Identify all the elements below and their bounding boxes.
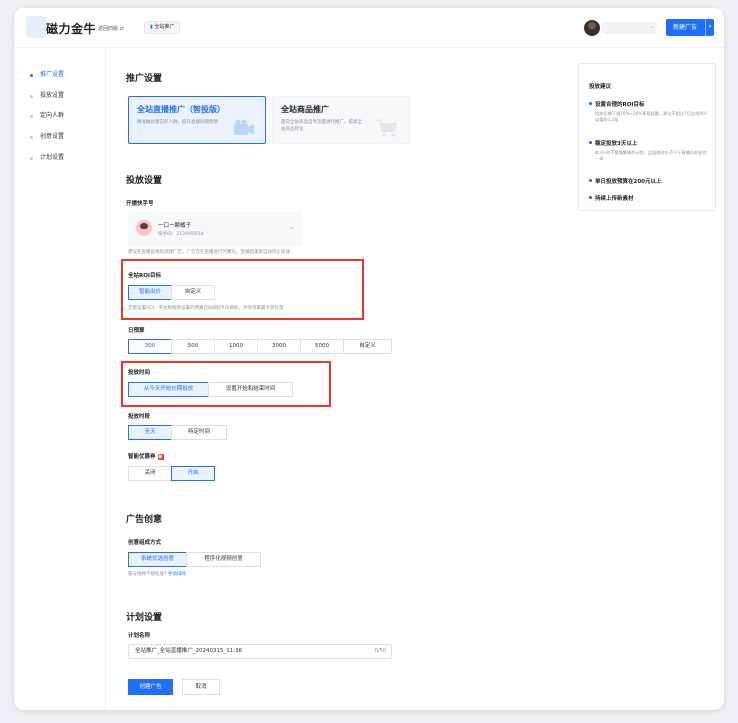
sidebar-item-label: 推广设置	[40, 71, 65, 78]
account-id: 快手ID：2139950/14	[158, 232, 204, 237]
account-select[interactable]: 一口一颗橘子 快手ID：2139950/14 ⌄	[128, 212, 302, 246]
time-label: 投放时间	[128, 370, 151, 376]
exclude-videos-link[interactable]: 手动排除	[168, 572, 186, 577]
sidebar-item-label: 创意设置	[40, 133, 65, 140]
sidebar-item-label: 定向人群	[40, 112, 65, 119]
budget-option-custom[interactable]: 自定义	[343, 339, 392, 354]
tip-head: 单日投放预算在200元以上	[589, 177, 709, 185]
budget-option-3000[interactable]: 3000	[257, 339, 301, 354]
period-label: 投放时段	[128, 414, 151, 420]
card-live-desc: 精准触达意向买人群，提升直播间销售额	[137, 120, 218, 125]
chevron-down-icon[interactable]: ▾	[705, 19, 714, 36]
chart-icon: ▮	[150, 24, 153, 30]
budget-option-1000[interactable]: 1000	[214, 339, 258, 354]
back-to-old-version-link[interactable]: 返回旧版 ⇄	[98, 25, 124, 32]
dot-icon	[30, 136, 33, 139]
sidebar-item-creative-settings[interactable]: 创意设置	[30, 132, 64, 142]
tip-head: 持续上传新素材	[589, 194, 709, 202]
chevron-down-icon: ⌄	[288, 224, 294, 231]
creative-system-button[interactable]: 系统优选创意	[128, 552, 187, 567]
section-title-creative: 广告创意	[126, 515, 163, 525]
creative-hint-text: 部分视频不想投放?	[128, 572, 167, 577]
budget-option-5000[interactable]: 5000	[300, 339, 344, 354]
account-hint: 建议在直播前预先创建广告，广告仅在直播进行时曝光，直播结束后自动停止投放	[128, 250, 290, 255]
tips-panel: 投放建议 设置合理的ROI目标 投放初期下调10%~20%更易起量，建议不超过7…	[578, 63, 716, 211]
card-goods-desc: 面向全站商品自然流量进行推广，提高全站商品转化	[281, 120, 362, 132]
tip-item: 设置合理的ROI目标 投放初期下调10%~20%更易起量，建议不超过7日全站RO…	[589, 100, 709, 123]
account-avatar	[136, 220, 152, 236]
plan-name-count: 0/50	[374, 648, 386, 654]
period-specific-button[interactable]: 特定时间	[171, 425, 227, 440]
brand-logo	[26, 16, 46, 38]
roi-custom-button[interactable]: 自定义	[171, 285, 215, 300]
dot-icon	[30, 115, 33, 118]
camera-icon	[234, 119, 254, 135]
plan-name-value: 全站推广_全站直播推广_20240315_11:36	[135, 648, 243, 654]
creative-hint: 部分视频不想投放? 手动排除	[128, 571, 186, 577]
coupon-label-wrap: 智能优惠券新	[128, 452, 164, 460]
dot-icon	[30, 157, 33, 160]
plan-name-input[interactable]: 全站推广_全站直播推广_20240315_11:36 0/50	[128, 644, 392, 659]
shopping-cart-icon	[377, 119, 397, 137]
time-long-term-button[interactable]: 从今天开始长期投放	[128, 382, 209, 397]
top-bar: 磁力金牛 返回旧版 ⇄ ▮ 全站推广 ⌄ 新建广告 ▾	[14, 8, 724, 48]
time-start-end-button[interactable]: 设置开始和结束时间	[208, 382, 293, 397]
section-title-delivery: 投放设置	[126, 176, 163, 186]
new-badge: 新	[157, 453, 164, 460]
cancel-button[interactable]: 取消	[182, 679, 220, 695]
tips-title: 投放建议	[589, 84, 612, 90]
plan-name-label: 计划名称	[128, 633, 151, 639]
account-label: 开播快手号	[126, 201, 154, 207]
tip-item: 持续上传新素材	[589, 194, 709, 202]
chevron-down-icon[interactable]: ⌄	[650, 23, 655, 30]
tip-item: 稳定投放3天以上 前3小时不要频繁操作计划，且投放时长不少于直播总时长的一半	[589, 139, 709, 162]
tip-item: 单日投放预算在200元以上	[589, 177, 709, 185]
section-title-promo: 推广设置	[126, 74, 163, 84]
brand-name: 磁力金牛	[46, 22, 97, 36]
mode-tag-label: 全站推广	[154, 24, 175, 30]
coupon-label: 智能优惠券	[128, 454, 156, 460]
budget-label: 日预算	[128, 328, 145, 334]
dot-icon	[30, 95, 33, 98]
app-window: 磁力金牛 返回旧版 ⇄ ▮ 全站推广 ⌄ 新建广告 ▾ 推广设置 投放设置 定向…	[14, 8, 724, 710]
card-live-title: 全站直播推广（智投版）	[137, 105, 225, 114]
coupon-off-button[interactable]: 关闭	[128, 466, 172, 481]
card-live-promo[interactable]: 全站直播推广（智投版） 精准触达意向买人群，提升直播间销售额	[128, 96, 266, 144]
creative-programmatic-button[interactable]: 程序化视频创意	[186, 552, 261, 567]
sidebar-item-label: 投放设置	[40, 92, 65, 99]
roi-smart-bid-button[interactable]: 智能出价	[128, 285, 172, 300]
period-all-day-button[interactable]: 全天	[128, 425, 172, 440]
card-goods-title: 全站商品推广	[281, 105, 329, 114]
sidebar-item-targeting[interactable]: 定向人群	[30, 111, 64, 121]
sidebar-item-label: 计划设置	[40, 154, 65, 161]
sidebar-item-delivery-settings[interactable]: 投放设置	[30, 91, 64, 101]
new-ad-button-label: 新建广告	[673, 24, 698, 31]
section-title-plan: 计划设置	[126, 613, 163, 623]
main-content: 推广设置 全站直播推广（智投版） 精准触达意向买人群，提升直播间销售额 全站商品…	[121, 48, 576, 710]
user-avatar[interactable]	[584, 20, 600, 36]
card-goods-promo[interactable]: 全站商品推广 面向全站商品自然流量进行推广，提高全站商品转化	[272, 96, 410, 144]
sidebar-item-plan-settings[interactable]: 计划设置	[30, 153, 64, 163]
roi-hint: 无需设置ROI，平台根据你设置的预算自动调控ROI目标，为你带来最大转化量	[128, 306, 284, 311]
tip-body: 投放初期下调10%~20%更易起量，建议不超过7日全站ROI均值的1.2倍	[595, 111, 707, 122]
new-ad-button[interactable]: 新建广告 ▾	[666, 19, 714, 36]
create-ad-button[interactable]: 创建广告	[128, 679, 173, 695]
sidebar-nav: 推广设置 投放设置 定向人群 创意设置 计划设置	[14, 48, 106, 710]
tip-head: 设置合理的ROI目标	[589, 100, 709, 108]
budget-option-300[interactable]: 300	[128, 339, 172, 354]
budget-option-500[interactable]: 500	[171, 339, 215, 354]
tip-body: 前3小时不要频繁操作计划，且投放时长不少于直播总时长的一半	[595, 150, 707, 161]
sidebar-item-promo-settings[interactable]: 推广设置	[30, 70, 64, 80]
user-name-redacted[interactable]	[602, 22, 656, 34]
account-name: 一口一颗橘子	[158, 223, 192, 229]
mode-tag[interactable]: ▮ 全站推广	[144, 21, 181, 34]
dot-icon	[30, 74, 33, 77]
roi-label: 全站ROI目标	[128, 273, 161, 279]
coupon-on-button[interactable]: 开启	[171, 466, 215, 481]
creative-mode-label: 创意组成方式	[128, 540, 162, 546]
tip-head: 稳定投放3天以上	[589, 139, 709, 147]
